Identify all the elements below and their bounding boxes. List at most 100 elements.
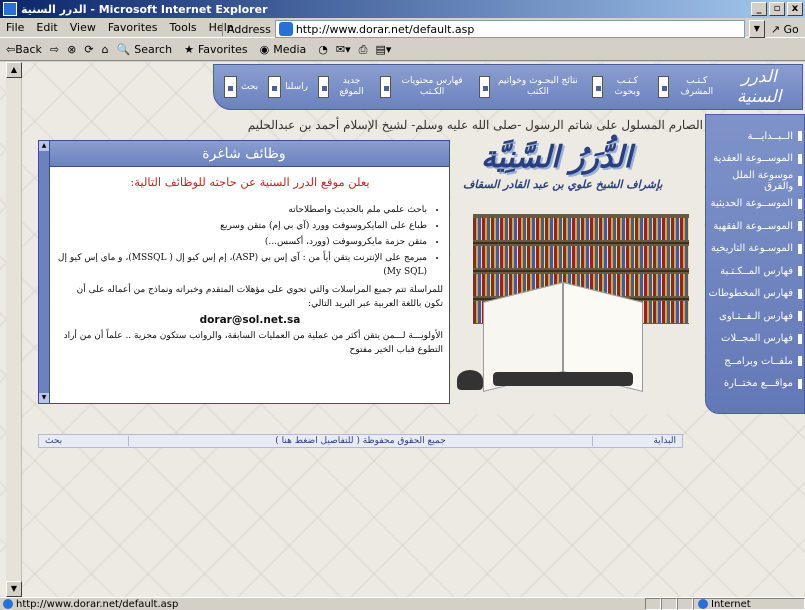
menu-tools[interactable]: Tools (164, 21, 203, 34)
nav-search[interactable]: بحث (224, 76, 258, 98)
logo-subtitle: بإشراف الشيخ علوي بن عبد القادر السقاف (463, 178, 663, 191)
nav-label: راسلنا (285, 81, 308, 92)
title-bar: الدرر السنية - Microsoft Internet Explor… (0, 0, 805, 18)
sidebar-item-label: فهارس المجــلات (721, 333, 793, 345)
bullet-icon (798, 288, 802, 299)
sidebar-item-label: الموســوعة الحديثية (710, 198, 793, 210)
site-brand[interactable]: الدرر السنية (720, 67, 798, 107)
bullet-icon (798, 266, 802, 277)
scroll-down-icon[interactable]: ▼ (6, 581, 22, 597)
book-row (473, 218, 689, 240)
sidebar-item-library[interactable]: فهارس المــكـتـبة (706, 260, 804, 283)
stop-button[interactable]: ⊗ (63, 43, 80, 56)
panel-scroll-up-icon[interactable]: ▲ (39, 141, 49, 151)
sidebar-item-label: فهارس الـفــتـاوى (719, 310, 793, 322)
maximize-button[interactable]: ▫ (769, 2, 785, 16)
nav-research-results[interactable]: نتائج البحـوث وخواتيم الكتب (479, 76, 582, 98)
favorites-button[interactable]: ★ Favorites (180, 43, 256, 56)
sidebar-item-history[interactable]: الموسـوعة التاريخية (706, 238, 804, 261)
panel-scrollbar[interactable]: ▲ ▼ (38, 140, 50, 404)
sidebar-item-label: الــبــدايـــة (747, 130, 793, 142)
address-input[interactable]: http://www.dorar.net/default.asp (274, 20, 745, 38)
edit-icon[interactable]: ▤▾ (371, 43, 395, 56)
jobs-list: باحث علمي ملم بالحديث واصطلاحاته طباع عل… (57, 203, 443, 279)
bullet-icon (798, 378, 802, 389)
nav-label: كـتـب المشرف (680, 76, 714, 97)
nav-button-icon (317, 76, 330, 98)
footer-search-link[interactable]: بحث (39, 436, 129, 446)
browser-viewport: ▲ ▼ الدرر السنية كـتـب المشرف كـتـب وبحو… (0, 62, 805, 597)
footer-rights-link[interactable]: جميع الحقوق محفوظة ( للتفاصيل اضغط هنا ) (129, 436, 592, 446)
nav-button-icon (268, 76, 282, 98)
sidebar-item-files[interactable]: ملفــات وبرامــج (706, 350, 804, 373)
bullet-icon (798, 311, 802, 322)
sidebar-item-magazines[interactable]: فهارس المجــلات (706, 328, 804, 351)
bullet-icon (798, 333, 802, 344)
nav-whats-new[interactable]: جديد الموقع (317, 76, 370, 98)
sidebar-item-fiqh[interactable]: الموســوعة الفقهية (706, 215, 804, 238)
menu-favorites[interactable]: Favorites (102, 21, 164, 34)
status-bar: http://www.dorar.net/default.asp Interne… (0, 597, 805, 610)
page-status-icon (3, 599, 13, 609)
sidebar-item-label: موسوعة الملل والفرق (732, 170, 794, 193)
forward-button[interactable]: ⇨ (46, 43, 63, 56)
bullet-icon (798, 176, 802, 187)
list-item: طباع على المايكروسوفت وورد (آي بي إم) مت… (57, 219, 427, 233)
contact-email[interactable]: dorar@sol.net.sa (57, 313, 443, 327)
sidebar-item-manuscripts[interactable]: فهارس المخطوطات (706, 283, 804, 306)
sidebar-item-sects[interactable]: موسوعة الملل والفرق (706, 170, 804, 193)
nav-books-research[interactable]: كـتـب وبحوث (591, 76, 648, 98)
sidebar-item-fatwas[interactable]: فهارس الـفــتـاوى (706, 305, 804, 328)
mail-icon[interactable]: ✉▾ (332, 43, 355, 56)
zone-label: Internet (711, 598, 751, 610)
sidebar-item-aqeeda[interactable]: الموســوعة العقدية (706, 148, 804, 171)
address-url: http://www.dorar.net/default.asp (295, 22, 475, 36)
nav-contact[interactable]: راسلنا (268, 76, 308, 98)
status-cell (677, 598, 693, 610)
go-label: Go (783, 22, 799, 36)
sidebar-item-sites[interactable]: مواقـــع مختــارة (706, 373, 804, 396)
nav-supervisor-books[interactable]: كـتـب المشرف (657, 76, 720, 98)
sidebar-item-label: فهارس المــكـتـبة (720, 265, 793, 277)
nav-book-indexes[interactable]: فهارس محتويات الكـتب (380, 76, 469, 98)
sidebar-item-home[interactable]: الــبــدايـــة (706, 125, 804, 148)
nav-label: جديد الموقع (339, 76, 364, 97)
menu-edit[interactable]: Edit (30, 21, 63, 34)
history-button[interactable]: ◔ (314, 43, 332, 56)
home-button[interactable]: ⌂ (98, 43, 113, 56)
page-scrollbar[interactable]: ▲ ▼ (6, 62, 22, 597)
scroll-up-icon[interactable]: ▲ (6, 62, 22, 78)
side-navigation: الــبــدايـــة الموســوعة العقدية موسوعة… (705, 114, 805, 414)
bullet-icon (798, 243, 802, 254)
go-button[interactable]: ↗ Go (771, 23, 799, 36)
bullet-icon (798, 198, 802, 209)
media-button[interactable]: ◉ Media (256, 43, 315, 56)
panel-scroll-down-icon[interactable]: ▼ (39, 393, 49, 403)
book-row (473, 246, 689, 268)
shelf-line (473, 242, 689, 244)
footer-home-link[interactable]: البداية (592, 436, 682, 446)
sidebar-item-hadith[interactable]: الموســوعة الحديثية (706, 193, 804, 216)
nav-button-icon (380, 76, 392, 98)
window-title: الدرر السنية - Microsoft Internet Explor… (21, 2, 268, 16)
back-button[interactable]: ⇦Back (2, 43, 46, 56)
print-icon[interactable]: ⎙ (355, 43, 372, 57)
search-button[interactable]: 🔍 Search (113, 43, 181, 56)
status-cell (645, 598, 661, 610)
close-button[interactable]: x (787, 2, 803, 16)
list-item: مبرمج على الإنترنت يتقن أياً من : آي إس … (57, 251, 427, 279)
shelf-line (473, 270, 689, 272)
book-cover (493, 372, 633, 386)
nav-button-icon (224, 76, 237, 98)
minimize-button[interactable]: _ (751, 2, 767, 16)
refresh-button[interactable]: ⟳ (80, 43, 97, 56)
nav-label: فهارس محتويات الكـتب (401, 76, 463, 97)
featured-book-line[interactable]: الصارم المسلول على شاتم الرسول -صلى الله… (213, 118, 703, 132)
bullet-icon (798, 221, 802, 232)
bullet-icon (798, 356, 802, 367)
menu-view[interactable]: View (64, 21, 102, 34)
address-dropdown-icon[interactable]: ▼ (748, 20, 765, 38)
menu-file[interactable]: File (0, 21, 30, 34)
open-book-image (483, 282, 643, 392)
nav-label: كـتـب وبحوث (614, 76, 641, 97)
